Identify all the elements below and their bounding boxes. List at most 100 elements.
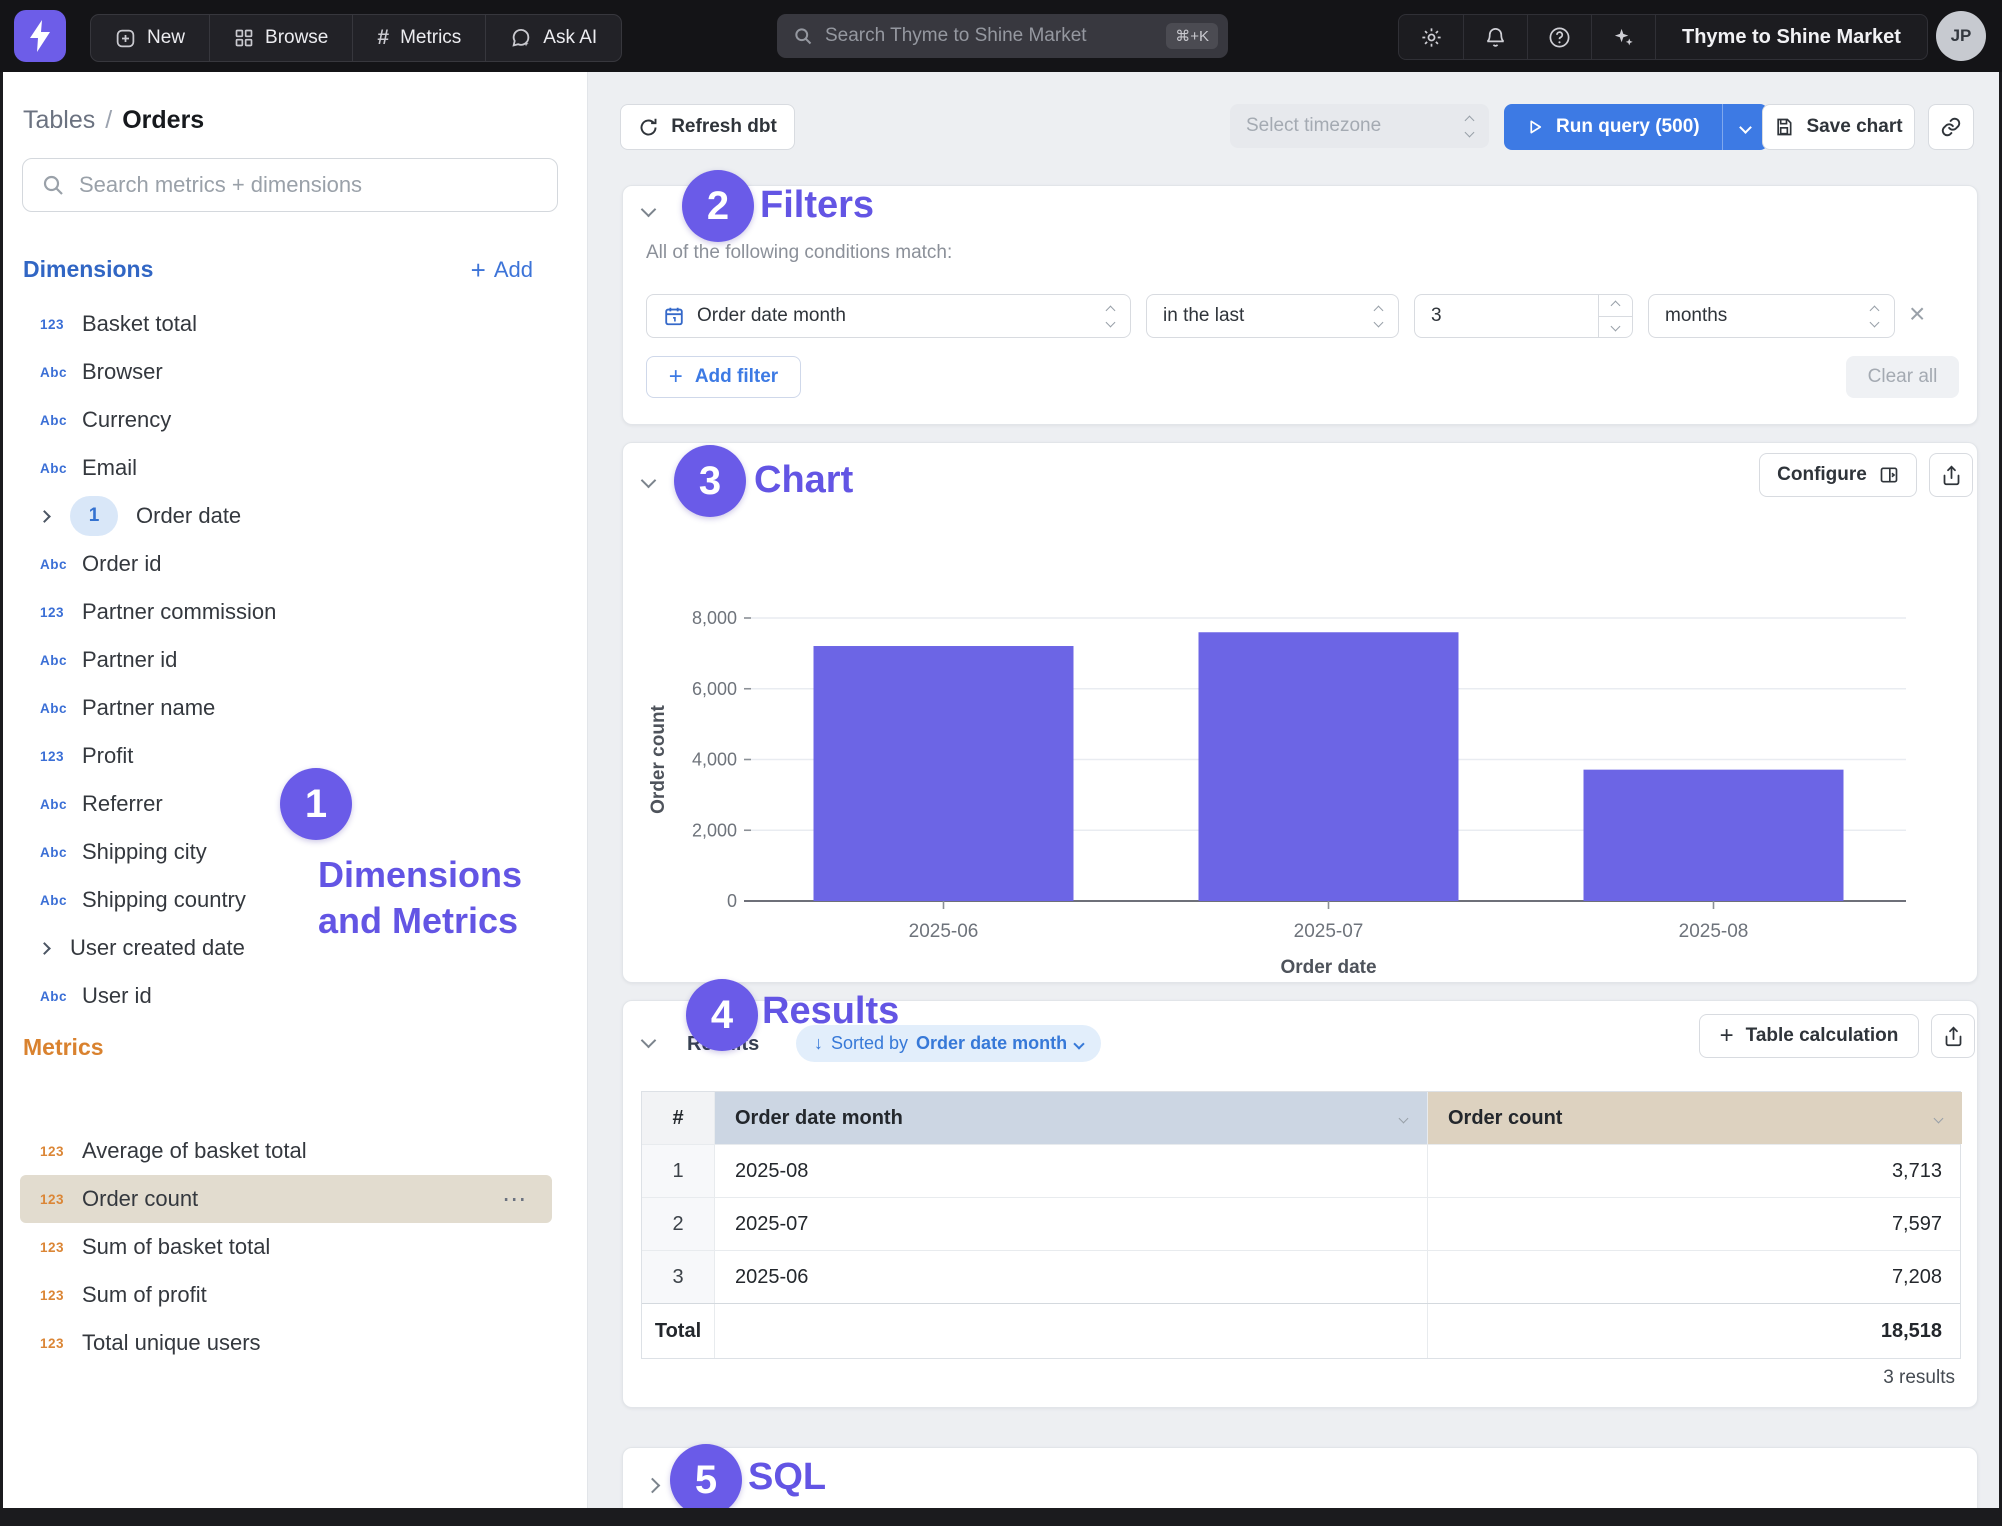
field-label: Order date <box>136 503 241 529</box>
field-row-currency[interactable]: AbcCurrency <box>20 396 552 444</box>
field-row-partner-id[interactable]: AbcPartner id <box>20 636 552 684</box>
table-header-row: #Order date monthOrder count <box>642 1092 1960 1144</box>
select-stepper-icon <box>1375 307 1382 326</box>
field-row-sum-of-basket-total[interactable]: 123Sum of basket total <box>20 1223 552 1271</box>
field-row-user-id[interactable]: AbcUser id <box>20 972 552 1020</box>
field-row-email[interactable]: AbcEmail <box>20 444 552 492</box>
window-border-bottom <box>0 1508 2002 1526</box>
clear-all-filters-button[interactable]: Clear all <box>1846 356 1959 398</box>
export-chart-button[interactable] <box>1929 453 1973 497</box>
field-options-icon[interactable]: ⋯ <box>502 1185 528 1214</box>
bar-2025-06[interactable] <box>814 646 1074 901</box>
field-row-browser[interactable]: AbcBrowser <box>20 348 552 396</box>
plus-square-icon <box>115 28 136 49</box>
chevron-right-icon[interactable] <box>40 944 70 953</box>
breadcrumb-current-table: Orders <box>122 106 204 134</box>
play-icon <box>1526 118 1544 136</box>
field-row-sum-of-profit[interactable]: 123Sum of profit <box>20 1271 552 1319</box>
export-results-button[interactable] <box>1931 1014 1975 1058</box>
stepper-up-button[interactable] <box>1599 295 1632 316</box>
add-dimension-button[interactable]: +Add <box>471 257 533 283</box>
gear-icon <box>1420 26 1443 49</box>
share-icon <box>1943 1026 1964 1047</box>
field-row-order-id[interactable]: AbcOrder id <box>20 540 552 588</box>
column-header-order-count[interactable]: Order count <box>1427 1092 1962 1144</box>
field-row-average-of-basket-total[interactable]: 123Average of basket total <box>20 1127 552 1175</box>
new-button[interactable]: New <box>91 15 209 61</box>
refresh-dbt-button[interactable]: Refresh dbt <box>620 104 795 150</box>
field-row-order-count[interactable]: 123Order count⋯ <box>20 1175 552 1223</box>
help-button[interactable] <box>1527 15 1591 59</box>
y-tick-label: 2,000 <box>692 820 737 840</box>
add-filter-label: Add filter <box>695 366 778 388</box>
notifications-button[interactable] <box>1463 15 1527 59</box>
filter-operator-select[interactable]: in the last <box>1146 294 1399 338</box>
expand-sql-icon[interactable] <box>645 1478 661 1494</box>
annotation-circle-5: 5 <box>670 1444 742 1516</box>
table-row: 12025-083,713 <box>642 1144 1960 1197</box>
y-tick-label: 0 <box>727 891 737 911</box>
x-tick-label: 2025-08 <box>1679 921 1749 942</box>
fields-search[interactable] <box>22 158 558 212</box>
field-row-partner-name[interactable]: AbcPartner name <box>20 684 552 732</box>
run-query-options-button[interactable] <box>1722 104 1768 150</box>
chat-sparkle-icon <box>510 27 532 49</box>
table-total-row: Total18,518 <box>642 1303 1960 1358</box>
save-chart-button[interactable]: Save chart <box>1762 104 1915 150</box>
ai-sparkles-button[interactable] <box>1591 15 1655 59</box>
user-avatar[interactable]: JP <box>1936 11 1986 61</box>
timezone-select[interactable]: Select timezone <box>1230 104 1489 148</box>
stepper-down-button[interactable] <box>1599 316 1632 338</box>
fields-search-input[interactable] <box>79 172 539 198</box>
browse-button[interactable]: Browse <box>209 15 352 61</box>
ask-ai-button[interactable]: Ask AI <box>485 15 621 61</box>
metrics-title: Metrics <box>23 1034 104 1061</box>
annotation-circle-3: 3 <box>674 445 746 517</box>
sorted-by-field: Order date month <box>916 1033 1067 1054</box>
metrics-button[interactable]: # Metrics <box>352 15 485 61</box>
field-label: Basket total <box>82 311 197 337</box>
string-type-icon: Abc <box>40 365 82 380</box>
global-search-input[interactable] <box>825 25 1166 47</box>
field-label: Partner commission <box>82 599 276 625</box>
column-header-order-date-month[interactable]: Order date month <box>714 1092 1427 1144</box>
configure-chart-button[interactable]: Configure <box>1759 453 1917 497</box>
remove-filter-button[interactable]: × <box>1909 298 1925 330</box>
add-filter-button[interactable]: +Add filter <box>646 356 801 398</box>
select-stepper-icon <box>1871 307 1878 326</box>
breadcrumb-tables[interactable]: Tables <box>23 106 95 134</box>
string-type-icon: Abc <box>40 893 82 908</box>
global-search[interactable]: ⌘+K <box>777 14 1228 58</box>
field-label: Shipping country <box>82 887 246 913</box>
field-row-order-date[interactable]: 1Order date <box>20 492 552 540</box>
collapse-results-icon[interactable] <box>641 1033 657 1049</box>
nav-item-label: Ask AI <box>543 27 597 49</box>
order-count-cell: 3,713 <box>1427 1145 1962 1197</box>
arrow-down-icon: ↓ <box>814 1033 823 1054</box>
chevron-right-icon[interactable] <box>40 512 70 521</box>
field-row-profit[interactable]: 123Profit <box>20 732 552 780</box>
copy-link-button[interactable] <box>1928 104 1974 150</box>
filter-value-input[interactable] <box>1415 305 1563 327</box>
filter-unit-select[interactable]: months <box>1648 294 1895 338</box>
bar-2025-08[interactable] <box>1584 770 1844 901</box>
filter-field-select[interactable]: Order date month <box>646 294 1131 338</box>
plus-icon: + <box>1720 1022 1734 1050</box>
bar-2025-07[interactable] <box>1199 632 1459 901</box>
number-type-icon: 123 <box>40 1240 82 1255</box>
collapse-filters-icon[interactable] <box>641 202 657 218</box>
order-count-cell: 7,597 <box>1427 1198 1962 1250</box>
field-row-partner-commission[interactable]: 123Partner commission <box>20 588 552 636</box>
table-calculation-button[interactable]: + Table calculation <box>1699 1014 1919 1058</box>
settings-button[interactable] <box>1399 15 1463 59</box>
app-logo[interactable] <box>14 10 66 62</box>
number-type-icon: 123 <box>40 1288 82 1303</box>
field-row-basket-total[interactable]: 123Basket total <box>20 300 552 348</box>
x-tick-label: 2025-06 <box>909 921 979 942</box>
field-row-total-unique-users[interactable]: 123Total unique users <box>20 1319 552 1367</box>
number-type-icon: 123 <box>40 749 82 764</box>
dimensions-title: Dimensions <box>23 256 153 283</box>
org-name[interactable]: Thyme to Shine Market <box>1655 15 1927 59</box>
chevron-down-icon <box>1399 1113 1409 1123</box>
run-query-button[interactable]: Run query (500) <box>1504 104 1722 150</box>
